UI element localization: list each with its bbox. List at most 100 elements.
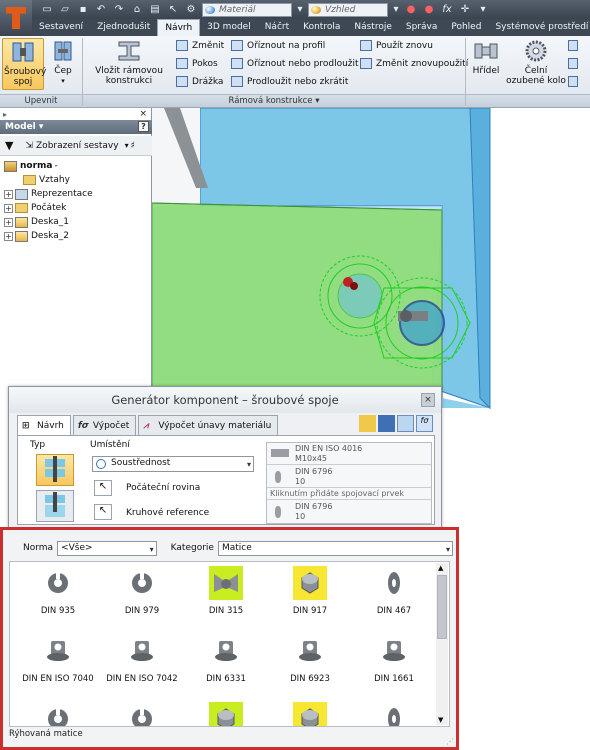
- reuse-button[interactable]: Použít znovu: [360, 40, 433, 51]
- fastener-item[interactable]: DIN 917: [270, 566, 350, 626]
- bolted-connection-button[interactable]: Šroubový spoj: [2, 38, 46, 90]
- tree-item-origin[interactable]: + Počátek: [4, 201, 66, 215]
- view-dropdown-icon[interactable]: ▾: [125, 141, 129, 150]
- ribbon-tab[interactable]: Návrh: [157, 19, 201, 36]
- move-icon[interactable]: ✛: [458, 4, 472, 16]
- shaft-button[interactable]: Hřídel: [468, 38, 504, 90]
- resize-grip-icon[interactable]: ⋰: [446, 737, 454, 746]
- placement-combo[interactable]: Soustřednost ▾: [92, 456, 254, 472]
- scroll-down-icon[interactable]: ▼: [438, 716, 443, 724]
- browser-help-icon[interactable]: ?: [138, 121, 149, 132]
- customize-qat-icon[interactable]: ▾: [476, 4, 490, 16]
- category-combo[interactable]: Matice ▾: [217, 540, 453, 556]
- cam-button[interactable]: [568, 76, 582, 87]
- change-frame-button[interactable]: Změnit: [176, 40, 224, 51]
- expand-icon[interactable]: +: [4, 203, 13, 213]
- update-icon[interactable]: ⚙: [184, 4, 198, 16]
- browser-header[interactable]: Model ▾ ?: [0, 120, 152, 134]
- open-file-icon[interactable]: ▱: [58, 4, 72, 16]
- dialog-close-button[interactable]: ×: [421, 393, 435, 407]
- expand-icon[interactable]: +: [4, 217, 13, 227]
- material-combo[interactable]: Materiál: [202, 2, 292, 17]
- expand-icon[interactable]: +: [4, 231, 13, 241]
- standard-combo[interactable]: <Vše> ▾: [57, 540, 157, 556]
- assembly-view-label[interactable]: Zobrazení sestavy: [36, 141, 119, 151]
- fastener-item[interactable]: [102, 702, 182, 726]
- trim-to-profile-button[interactable]: Oříznout na profil: [231, 40, 325, 51]
- redo-icon[interactable]: ↷: [112, 4, 126, 16]
- pin-dropdown-icon[interactable]: ▾: [61, 76, 65, 86]
- library-scrollbar[interactable]: ▲ ▼: [436, 563, 448, 725]
- save-icon[interactable]: [378, 415, 395, 432]
- change-reuse-button[interactable]: Změnit znovupoužití: [360, 58, 468, 69]
- pin-button[interactable]: Čep ▾: [48, 38, 78, 90]
- clear-appearance-icon[interactable]: ●: [422, 4, 436, 16]
- fastener-item[interactable]: [270, 702, 350, 726]
- miter-button[interactable]: Pokos: [176, 58, 218, 69]
- project-icon[interactable]: ▤: [148, 4, 162, 16]
- insert-frame-button[interactable]: Vložit rámovou konstrukci: [86, 38, 172, 90]
- tree-item-plate-2[interactable]: + Deska_2: [4, 229, 69, 243]
- appearance-combo[interactable]: Vzhled: [308, 2, 388, 17]
- adjust-appearance-icon[interactable]: ●: [404, 4, 418, 16]
- fx-icon[interactable]: fx: [440, 4, 454, 16]
- tab-calculation[interactable]: fσ Výpočet: [72, 415, 137, 435]
- fastener-item[interactable]: DIN EN ISO 7042: [102, 634, 182, 694]
- through-type-button[interactable]: [36, 454, 74, 486]
- ribbon-tab[interactable]: Kontrola: [296, 19, 347, 36]
- tab-fatigue[interactable]: ⩘ Výpočet únavy materiálu: [138, 415, 279, 435]
- ribbon-tab[interactable]: 3D model: [200, 19, 258, 36]
- ribbon-tab[interactable]: Pohled: [444, 19, 488, 36]
- notch-button[interactable]: Drážka: [176, 76, 223, 87]
- blind-type-button[interactable]: [36, 490, 74, 522]
- ribbon-tab[interactable]: Sestavení: [32, 19, 90, 36]
- fastener-item[interactable]: [186, 702, 266, 726]
- circular-ref-select-button[interactable]: ↖: [94, 504, 112, 520]
- application-menu-button[interactable]: [0, 0, 32, 36]
- undo-icon[interactable]: ↶: [94, 4, 108, 16]
- material-dropdown-icon[interactable]: ▾: [296, 4, 304, 16]
- calculation-icon[interactable]: fσ: [416, 415, 433, 432]
- tree-item-relationships[interactable]: Vztahy: [12, 173, 70, 187]
- v-belt-button[interactable]: [568, 58, 582, 69]
- tab-design[interactable]: ⊞ Návrh: [17, 415, 71, 436]
- browser-close-icon[interactable]: ×: [139, 109, 147, 119]
- fastener-row[interactable]: DIN 6796 10: [267, 466, 431, 488]
- fastener-item[interactable]: DIN 1661: [354, 634, 434, 694]
- new-file-icon[interactable]: ▭: [40, 4, 54, 16]
- scroll-up-icon[interactable]: ▲: [438, 564, 443, 572]
- lengthen-shorten-button[interactable]: Prodloužit nebo zkrátit: [231, 76, 348, 87]
- expand-icon[interactable]: +: [4, 189, 13, 199]
- add-fastener-hint[interactable]: Kliknutím přidáte spojovací prvek: [267, 489, 431, 500]
- tree-item-representations[interactable]: + Reprezentace: [4, 187, 93, 201]
- fastener-row[interactable]: DIN EN ISO 4016 M10x45: [267, 443, 431, 465]
- tree-item-plate-1[interactable]: + Deska_1: [4, 215, 69, 229]
- browser-grip[interactable]: ▸: [3, 110, 7, 119]
- find-icon[interactable]: ♯: [131, 141, 135, 151]
- fastener-row[interactable]: DIN 6796 10: [267, 501, 431, 523]
- fastener-item[interactable]: DIN 6331: [186, 634, 266, 694]
- dialog-title[interactable]: Generátor komponent – šroubové spoje: [9, 387, 441, 413]
- ribbon-tab[interactable]: Náčrt: [258, 19, 296, 36]
- trim-extend-button[interactable]: Oříznout nebo prodloužit: [231, 58, 359, 69]
- ribbon-tab[interactable]: Systémové prostředí: [488, 19, 590, 36]
- fastener-item[interactable]: [354, 702, 434, 726]
- fastener-item[interactable]: DIN 467: [354, 566, 434, 626]
- spur-gear-button[interactable]: Čelní ozubené kolo: [506, 38, 566, 90]
- filter-icon[interactable]: ▼: [5, 139, 13, 152]
- fastener-item[interactable]: DIN 935: [18, 566, 98, 626]
- ribbon-tab[interactable]: Správa: [399, 19, 444, 36]
- ribbon-tab[interactable]: Zjednodušit: [90, 19, 157, 36]
- home-icon[interactable]: ⌂: [130, 4, 144, 16]
- fastener-item[interactable]: DIN EN ISO 7040: [18, 634, 98, 694]
- bearing-button[interactable]: [568, 40, 582, 51]
- fastener-item[interactable]: DIN 979: [102, 566, 182, 626]
- tree-root[interactable]: norma -: [4, 159, 58, 173]
- ribbon-tab[interactable]: Nástroje: [347, 19, 399, 36]
- appearance-dropdown-icon[interactable]: ▾: [392, 4, 400, 16]
- fastener-item[interactable]: DIN 6923: [270, 634, 350, 694]
- select-icon[interactable]: ↖: [166, 4, 180, 16]
- panel-label-frame[interactable]: Rámová konstrukce ▾: [83, 94, 465, 107]
- start-plane-select-button[interactable]: ↖: [94, 480, 112, 496]
- fastener-item[interactable]: DIN 315: [186, 566, 266, 626]
